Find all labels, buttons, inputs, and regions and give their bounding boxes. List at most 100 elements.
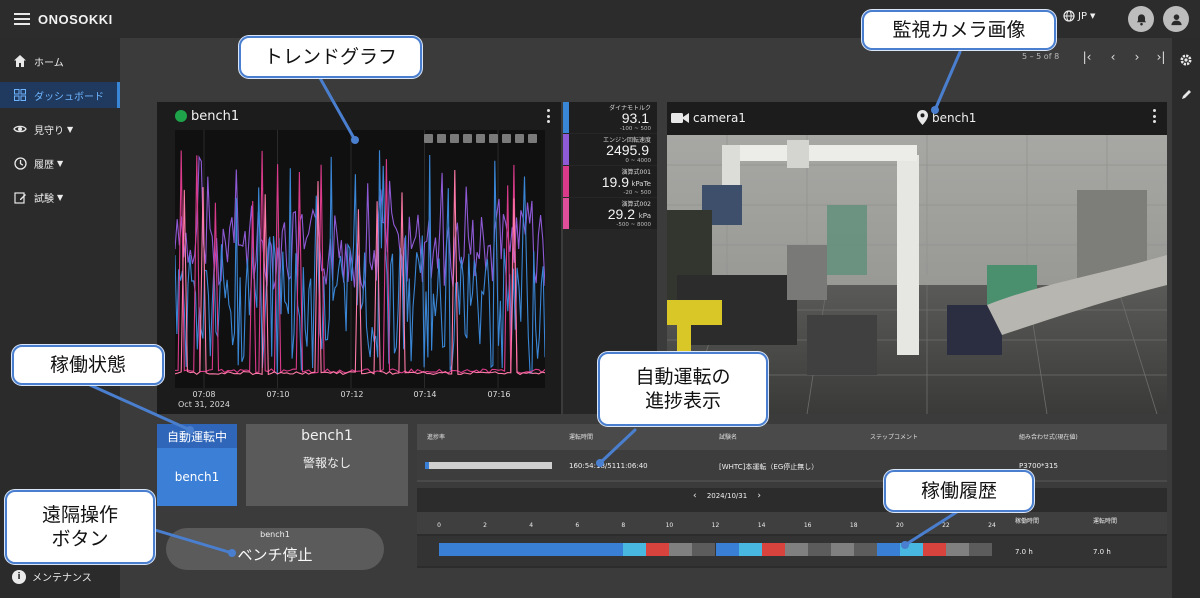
sidebar-item-label: 試験 — [34, 193, 54, 205]
gauge-value: 19.9 — [601, 174, 629, 190]
x-date-label: Oct 31, 2024 — [178, 400, 230, 409]
sidebar-item-label: メンテナンス — [32, 573, 92, 584]
sidebar-item-label: 見守り — [34, 125, 64, 137]
history-segment[interactable] — [715, 543, 739, 556]
next-page-button[interactable]: › — [1128, 48, 1146, 66]
eye-icon — [12, 121, 28, 137]
bench-stop-button[interactable]: bench1 ベンチ停止 — [166, 528, 384, 570]
camera-name: camera1 — [693, 111, 746, 125]
next-day-button[interactable]: › — [749, 491, 769, 501]
runtime-value: 160:54:18/5111:06:40 — [569, 462, 648, 470]
history-segment[interactable] — [853, 543, 877, 556]
sidebar-item-history[interactable]: 履歴 ▼ — [0, 150, 120, 176]
menu-icon[interactable] — [14, 13, 30, 25]
trend-header: bench1 — [157, 102, 561, 130]
gauge-value: 29.2 — [607, 206, 635, 222]
pan-icon[interactable] — [437, 134, 446, 143]
gauge-value: 2495.9 — [606, 142, 649, 158]
history-segment[interactable] — [922, 543, 946, 556]
gear-icon — [1180, 54, 1192, 66]
autoscale-icon[interactable] — [489, 134, 498, 143]
zoom-out-icon[interactable] — [463, 134, 472, 143]
compare-icon[interactable] — [515, 134, 524, 143]
app-brand: ONOSOKKI — [38, 11, 113, 27]
chevron-down-icon: ▼ — [57, 158, 64, 168]
history-segment[interactable] — [830, 543, 854, 556]
gauge-range: -100 ~ 500 — [619, 126, 651, 132]
prev-day-button[interactable]: ‹ — [685, 491, 705, 501]
sidebar-item-label: 履歴 — [34, 159, 54, 171]
x-tick: 07:14 — [413, 390, 437, 399]
history-segment[interactable] — [738, 543, 762, 556]
sidebar-item-home[interactable]: ホーム — [0, 48, 120, 74]
history-date: 2024/10/31 — [706, 492, 748, 500]
sidebar-item-dashboard[interactable]: ダッシュボード — [0, 82, 120, 108]
trend-chart[interactable] — [174, 130, 546, 388]
zoom-icon[interactable] — [424, 134, 433, 143]
language-selector[interactable]: JP ▼ — [1063, 10, 1095, 22]
callout-camera-image: 監視カメラ画像 — [862, 10, 1056, 50]
progress-bar-fill — [425, 462, 429, 469]
history-segment[interactable] — [761, 543, 785, 556]
gauge-color-bar — [563, 134, 569, 165]
last-page-icon: ›| — [1156, 50, 1166, 64]
home-icon — [12, 53, 28, 69]
sidebar-item-maintenance[interactable]: i メンテナンス — [12, 569, 92, 584]
clock-icon — [12, 155, 28, 171]
reset-icon[interactable] — [476, 134, 485, 143]
x-tick: 07:16 — [487, 390, 511, 399]
history-hour-tick: 16 — [803, 522, 812, 529]
operation-mode-label: 自動運転中 — [157, 424, 237, 448]
language-label: JP — [1078, 10, 1087, 22]
callout-trend-graph: トレンドグラフ — [239, 36, 422, 78]
settings-button[interactable] — [1178, 52, 1194, 68]
operation-state-card[interactable]: 自動運転中 bench1 — [157, 424, 237, 506]
alarm-bench-name: bench1 — [301, 428, 353, 444]
history-segment[interactable] — [623, 543, 647, 556]
series-formula-002 — [174, 169, 546, 376]
chevron-down-icon: ▼ — [57, 192, 64, 202]
history-segment[interactable] — [439, 543, 624, 556]
gauge-unit: kPa — [638, 212, 651, 220]
test-name-value: [WHTC]本運転（EG停止無し） — [719, 463, 819, 471]
prev-page-button[interactable]: ‹ — [1104, 48, 1122, 66]
history-segment[interactable] — [669, 543, 693, 556]
history-hour-tick: 10 — [665, 522, 674, 529]
first-page-button[interactable]: |‹ — [1078, 48, 1096, 66]
x-tick: 07:08 Oct 31, 2024 — [178, 390, 230, 409]
account-button[interactable] — [1163, 6, 1189, 32]
edit-layout-button[interactable] — [1178, 86, 1194, 102]
auto-run-progress-panel: 進捗率 運転時間 試験名 ステップコメント 組み合わせ式(現在値) 160:54… — [417, 424, 1167, 482]
last-page-button[interactable]: ›| — [1152, 48, 1170, 66]
alarm-status-card: bench1 警報なし — [246, 424, 408, 506]
chevron-down-icon: ▼ — [67, 124, 74, 134]
spike-icon[interactable] — [502, 134, 511, 143]
history-hour-tick: 14 — [757, 522, 766, 529]
gauge-color-bar — [563, 102, 569, 133]
history-segment[interactable] — [784, 543, 808, 556]
zoom-in-icon[interactable] — [450, 134, 459, 143]
sidebar-item-test[interactable]: 試験 ▼ — [0, 184, 120, 210]
callout-remote-operation: 遠隔操作 ボタン — [5, 490, 155, 564]
history-hour-tick: 20 — [896, 522, 904, 529]
runtime-header: 運転時間 — [569, 434, 594, 441]
x-tick: 07:10 — [266, 390, 290, 399]
x-tick: 07:12 — [340, 390, 364, 399]
more-vert-icon[interactable] — [547, 109, 551, 123]
history-segment[interactable] — [807, 543, 831, 556]
history-segment[interactable] — [692, 543, 716, 556]
sidebar-item-monitoring[interactable]: 見守り ▼ — [0, 116, 120, 142]
history-segment[interactable] — [876, 543, 900, 556]
history-segment[interactable] — [899, 543, 923, 556]
notification-button[interactable] — [1128, 6, 1154, 32]
bell-icon — [1136, 13, 1146, 25]
history-segment[interactable] — [646, 543, 670, 556]
history-segment[interactable] — [945, 543, 969, 556]
history-hour-tick: 18 — [849, 522, 858, 529]
history-segment[interactable] — [968, 543, 992, 556]
progress-header: 進捗率 — [427, 434, 446, 441]
hover-icon[interactable] — [528, 134, 537, 143]
history-hour-tick: 24 — [988, 522, 996, 529]
history-hour-tick: 12 — [711, 522, 720, 529]
more-vert-icon[interactable] — [1153, 109, 1157, 123]
